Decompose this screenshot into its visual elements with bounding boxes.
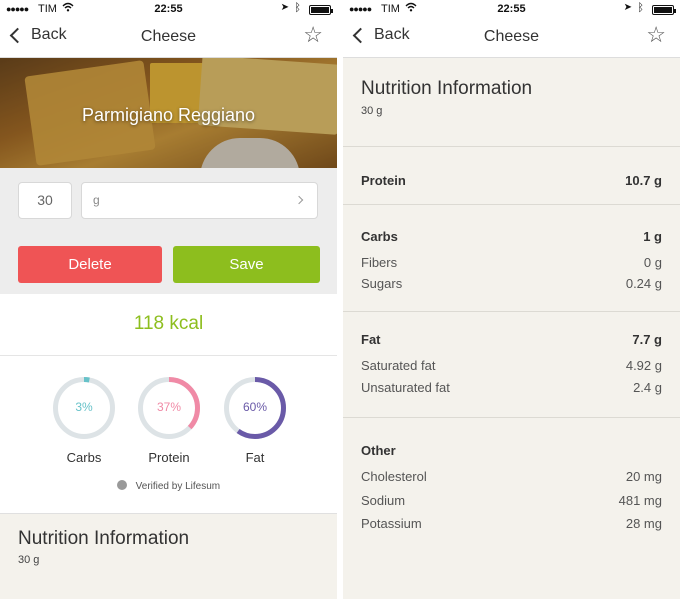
battery-icon: [652, 5, 676, 15]
delete-button[interactable]: Delete: [18, 246, 162, 283]
sodium-row: Sodium 481 mg: [361, 493, 662, 508]
fat-percent: 60%: [242, 400, 268, 414]
macro-carbs: 3% Carbs: [51, 376, 117, 465]
nav-bar: Back Cheese ☆: [343, 18, 680, 58]
verified-note: Verified by Lifesum: [0, 480, 337, 492]
nutrition-header: Nutrition Information 30 g: [0, 514, 337, 599]
other-label: Other: [361, 443, 396, 458]
food-hero-image: Parmigiano Reggiano: [0, 58, 337, 168]
other-section: Other Cholesterol 20 mg Sodium 481 mg Po…: [343, 417, 680, 599]
nutrition-serving: 30 g: [18, 554, 40, 566]
nutrition-title: Nutrition Information: [361, 78, 533, 99]
nutrition-serving: 30 g: [361, 105, 383, 117]
macro-protein: 37% Protein: [136, 376, 202, 465]
macro-breakdown: 3% Carbs 37% Protein 60% Fat Verified by…: [0, 356, 337, 514]
saturated-fat-value: 4.92 g: [625, 358, 662, 373]
save-button[interactable]: Save: [173, 246, 320, 283]
favorite-star-icon[interactable]: ☆: [303, 24, 323, 46]
action-buttons: Delete Save: [0, 238, 337, 294]
status-bar: ●●●●● TIM 22:55 ➤ ᛒ: [0, 0, 337, 18]
nutrition-title: Nutrition Information: [18, 528, 190, 549]
protein-row: Protein 10.7 g: [361, 173, 662, 188]
unit-select[interactable]: g: [81, 182, 318, 219]
carbs-label: Carbs: [66, 450, 102, 465]
protein-label: Protein: [148, 450, 190, 465]
food-name: Parmigiano Reggiano: [81, 105, 256, 125]
sugars-label: Sugars: [361, 276, 403, 291]
fat-label: Fat: [361, 332, 381, 347]
carbs-percent: 3%: [75, 400, 93, 414]
carbs-row: Carbs 1 g: [361, 229, 662, 244]
bluetooth-icon: ᛒ: [294, 2, 301, 14]
saturated-fat-row: Saturated fat 4.92 g: [361, 358, 662, 373]
calorie-total: 118 kcal: [0, 294, 337, 356]
fat-label: Fat: [245, 450, 265, 465]
fat-value: 7.7 g: [632, 332, 662, 347]
nav-bar: Back Cheese ☆: [0, 18, 337, 58]
food-detail-screen: ●●●●● TIM 22:55 ➤ ᛒ Back Cheese ☆ Parmig…: [0, 0, 337, 599]
unsaturated-fat-row: Unsaturated fat 2.4 g: [361, 380, 662, 395]
unsaturated-fat-value: 2.4 g: [633, 380, 662, 395]
unit-value: g: [93, 193, 100, 207]
bluetooth-icon: ᛒ: [637, 2, 644, 14]
saturated-fat-label: Saturated fat: [361, 358, 436, 373]
sugars-row: Sugars 0.24 g: [361, 276, 662, 291]
potassium-row: Potassium 28 mg: [361, 516, 662, 531]
favorite-star-icon[interactable]: ☆: [646, 24, 666, 46]
carbs-section: Carbs 1 g Fibers 0 g Sugars 0.24 g: [343, 204, 680, 311]
protein-percent: 37%: [156, 400, 182, 414]
cholesterol-label: Cholesterol: [361, 469, 427, 484]
fat-section: Fat 7.7 g Saturated fat 4.92 g Unsaturat…: [343, 311, 680, 417]
fibers-value: 0 g: [643, 255, 662, 270]
macro-fat: 60% Fat: [222, 376, 288, 465]
protein-label: Protein: [361, 173, 406, 188]
fibers-label: Fibers: [361, 255, 398, 270]
sodium-label: Sodium: [361, 493, 406, 508]
nutrition-header: Nutrition Information 30 g: [343, 58, 680, 146]
nav-title: Cheese: [483, 28, 540, 45]
nutrition-screen: ●●●●● TIM 22:55 ➤ ᛒ Back Cheese ☆ Nutrit…: [343, 0, 680, 599]
location-icon: ➤: [280, 2, 289, 13]
carbs-value: 1 g: [643, 229, 662, 244]
carbs-label: Carbs: [361, 229, 398, 244]
status-bar: ●●●●● TIM 22:55 ➤ ᛒ: [343, 0, 680, 18]
protein-section: Protein 10.7 g: [343, 146, 680, 204]
potassium-value: 28 mg: [625, 516, 662, 531]
verified-badge-icon: [116, 480, 127, 490]
chevron-right-icon: [294, 195, 304, 205]
cholesterol-value: 20 mg: [625, 469, 662, 484]
fat-row: Fat 7.7 g: [361, 332, 662, 347]
cholesterol-row: Cholesterol 20 mg: [361, 469, 662, 484]
quantity-input[interactable]: 30: [18, 182, 72, 219]
potassium-label: Potassium: [361, 516, 422, 531]
nav-title: Cheese: [140, 28, 197, 45]
sugars-value: 0.24 g: [625, 276, 662, 291]
other-row: Other: [361, 443, 662, 458]
verified-text: Verified by Lifesum: [135, 481, 221, 492]
fibers-row: Fibers 0 g: [361, 255, 662, 270]
location-icon: ➤: [623, 2, 632, 13]
unsaturated-fat-label: Unsaturated fat: [361, 380, 450, 395]
protein-value: 10.7 g: [625, 173, 662, 188]
battery-icon: [309, 5, 333, 15]
sodium-value: 481 mg: [618, 493, 662, 508]
serving-selector: 30 g: [0, 168, 337, 238]
